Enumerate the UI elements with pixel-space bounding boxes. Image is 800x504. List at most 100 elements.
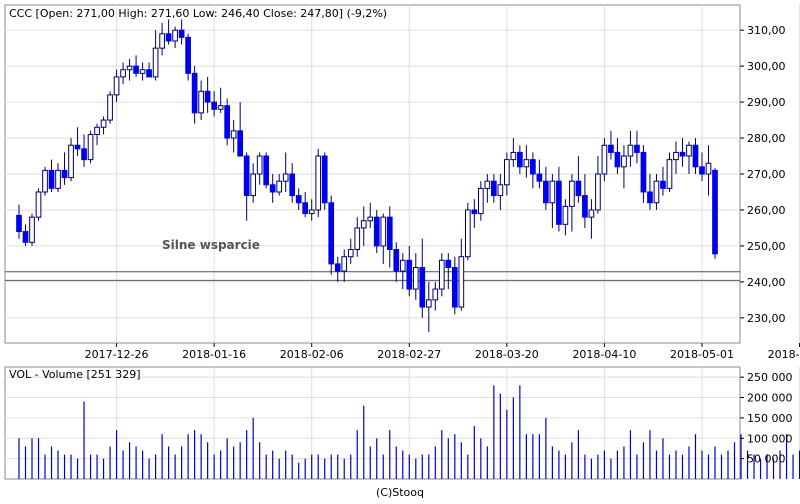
- candle-body-down: [48, 169, 55, 189]
- candle-body-down: [22, 231, 29, 243]
- candle-body-up: [458, 256, 465, 308]
- price-tick-label: 250,00: [747, 240, 786, 253]
- candle-body-down: [302, 202, 309, 215]
- candle-body-up: [230, 130, 237, 139]
- candle-body-up: [139, 69, 146, 74]
- date-tick-label: 2018-05-22: [768, 348, 800, 361]
- date-tick-label: 2018-02-06: [280, 348, 344, 361]
- date-tick-label: 2018-03-20: [475, 348, 539, 361]
- candle-body-up: [477, 187, 484, 215]
- candle-body-up: [510, 151, 517, 161]
- candle-body-up: [152, 47, 159, 78]
- candle-body-down: [191, 72, 198, 114]
- candle-body-down: [445, 259, 452, 268]
- candle-body-up: [621, 155, 627, 168]
- candle-body-up: [595, 173, 601, 211]
- candle: [328, 195, 335, 275]
- candle-body-up: [562, 205, 569, 225]
- price-axis: 230,00 240,00 250,00 260,00 270,00 280,00 290,…: [740, 24, 786, 325]
- candle-body-down: [334, 263, 341, 272]
- candle-body-down: [269, 184, 276, 193]
- candle-body-down: [263, 155, 270, 186]
- candle-body-up: [354, 227, 361, 251]
- candle-body-up: [497, 184, 504, 197]
- candle-body-down: [16, 214, 22, 233]
- candle-body-down: [660, 180, 666, 189]
- candle: [263, 152, 270, 189]
- candle: [464, 202, 471, 261]
- price-tick-label: 280,00: [747, 132, 786, 145]
- candle-body-up: [107, 94, 113, 121]
- candle-body-up: [601, 144, 608, 175]
- price-tick-label: 300,00: [747, 60, 786, 73]
- candle-body-up: [42, 169, 48, 193]
- candle-body-down: [393, 249, 400, 272]
- candle-body-down: [243, 155, 250, 197]
- candle-body-down: [556, 180, 562, 225]
- candle: [35, 188, 42, 221]
- candle: [712, 168, 718, 259]
- candle: [321, 152, 328, 210]
- price-tick-label: 290,00: [747, 96, 786, 109]
- candle-body-up: [172, 29, 178, 42]
- candle-body-up: [100, 119, 107, 128]
- candle: [87, 130, 94, 164]
- candle-body-up: [198, 90, 204, 114]
- candle-body-up: [217, 105, 224, 110]
- candle-body-up: [68, 144, 74, 179]
- candle-body-up: [282, 173, 289, 182]
- price-tick-label: 230,00: [747, 312, 786, 325]
- candle-body-down: [321, 155, 328, 204]
- candle-body-down: [406, 259, 413, 290]
- candle-body-up: [666, 159, 673, 189]
- candle-body-down: [634, 144, 640, 153]
- candle-body-up: [438, 259, 445, 290]
- candle-body-down: [146, 69, 152, 78]
- volume-tick-label: 250 000: [747, 371, 793, 384]
- candle-body-up: [367, 216, 374, 222]
- candle-body-up: [549, 180, 556, 204]
- candle: [107, 91, 113, 124]
- candle-body-down: [328, 202, 335, 265]
- candle-body-up: [653, 180, 660, 204]
- candle-body-up: [399, 259, 406, 272]
- candle-body-up: [705, 162, 712, 175]
- volume-tick-label: 150 000: [747, 412, 793, 425]
- candle-body-down: [712, 169, 718, 255]
- price-tick-label: 240,00: [747, 276, 786, 289]
- price-tick-label: 270,00: [747, 168, 786, 181]
- candle-body-up: [627, 144, 634, 157]
- copyright-footer: (C)Stooq: [376, 486, 424, 499]
- candle: [29, 213, 35, 246]
- candle-body-up: [412, 266, 419, 290]
- candle-body-down: [61, 169, 68, 179]
- candle-body-down: [692, 144, 699, 168]
- candle-body-down: [647, 191, 653, 204]
- candle: [224, 98, 230, 146]
- candle-body-down: [517, 151, 523, 168]
- candle-body-up: [569, 180, 575, 207]
- candle-body-down: [373, 216, 380, 247]
- candle-body-down: [178, 29, 185, 38]
- price-tick-label: 310,00: [747, 24, 786, 37]
- price-tick-label: 260,00: [747, 204, 786, 217]
- candle-body-down: [133, 65, 139, 74]
- candle-body-up: [588, 209, 595, 218]
- candle-body-up: [341, 256, 348, 272]
- candle-body-up: [523, 159, 530, 168]
- date-tick-label: 2018-04-10: [572, 348, 636, 361]
- candle-body-up: [55, 169, 61, 189]
- volume-tick-label: 50 000: [747, 453, 786, 466]
- candle-body-up: [276, 180, 283, 193]
- candle-body-down: [490, 180, 497, 197]
- candle-body-down: [614, 151, 621, 168]
- candle: [185, 33, 191, 81]
- candle-body-down: [582, 195, 588, 218]
- candle-body-down: [74, 144, 81, 150]
- candle-body-down: [237, 130, 244, 157]
- candle-body-up: [380, 216, 387, 247]
- stock-chart: 230,00 240,00 250,00 260,00 270,00 280,00 290,…: [0, 0, 800, 500]
- candle-body-down: [543, 180, 549, 204]
- candle-body-down: [451, 266, 458, 308]
- candle-body-up: [159, 33, 165, 49]
